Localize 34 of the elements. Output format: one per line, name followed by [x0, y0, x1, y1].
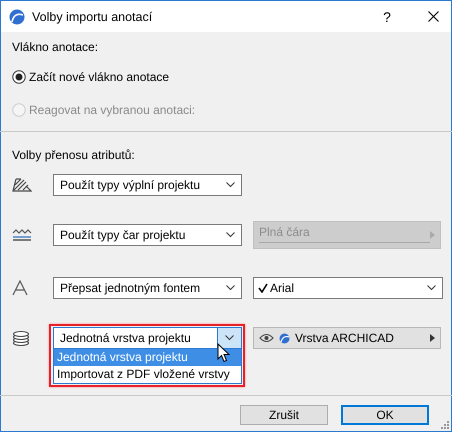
chevron-icon — [226, 182, 235, 188]
resize-grip-icon[interactable] — [440, 420, 449, 429]
section-label: Vlákno anotace: — [12, 39, 100, 55]
select-dropdown[interactable]: Jednotná vrstva projektu — [53, 327, 242, 349]
app-logo-icon — [279, 332, 290, 344]
dialog-button[interactable]: OK — [341, 405, 429, 425]
app-logo-icon — [9, 8, 25, 24]
chevron-icon — [226, 232, 235, 238]
window-title: Volby importu anotací — [32, 10, 154, 24]
hatch-fill-icon — [12, 177, 32, 193]
layers-icon — [12, 329, 30, 347]
chevron-icon — [225, 335, 234, 341]
close-icon[interactable] — [428, 11, 439, 22]
layer-button[interactable]: Vrstva ARCHICAD — [253, 327, 441, 349]
select-dropdown[interactable]: Použít typy čar projektu — [53, 224, 242, 246]
arrow-right-icon — [430, 334, 435, 342]
radio-button[interactable] — [12, 70, 26, 84]
radio-label: Reagovat na vybranou anotaci: — [29, 102, 196, 118]
line-type-field: Plná čára — [253, 221, 441, 249]
arrow-right-icon — [430, 231, 435, 239]
select-dropdown[interactable]: Použít typy výplní projektu — [53, 174, 242, 196]
dropdown-option[interactable]: Importovat z PDF vložené vrstvy — [54, 366, 241, 383]
select-dropdown[interactable]: Přepsat jednotným fontem — [53, 277, 242, 299]
eye-icon — [259, 333, 274, 343]
chevron-icon — [226, 285, 235, 291]
dialog-button[interactable]: Zrušit — [240, 405, 328, 425]
chevron-icon — [427, 285, 436, 291]
radio-label: Začít nové vlákno anotace — [29, 69, 170, 85]
mouse-cursor-icon — [217, 343, 230, 363]
font-icon — [12, 280, 28, 296]
font-dropdown[interactable]: Arial — [253, 277, 443, 299]
section-label: Volby přenosu atributů: — [12, 147, 136, 163]
line-type-icon — [12, 229, 32, 241]
help-button[interactable]: ? — [377, 8, 397, 24]
